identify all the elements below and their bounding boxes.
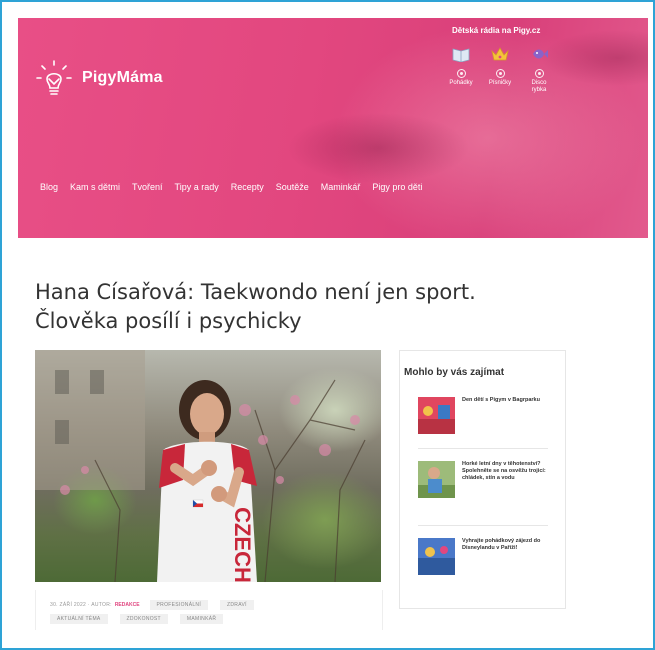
related-title: Horké letní dny v těhotenství? Spolehnět…: [462, 461, 546, 481]
related-thumbnail: [418, 397, 455, 434]
radio-item-pohadky[interactable]: Pohádky: [441, 46, 481, 87]
shirt-text: CZECH: [230, 507, 255, 582]
nav-item-kam-s-detmi[interactable]: Kam s dětmi: [70, 182, 120, 192]
tag[interactable]: ZDOKONOST: [119, 614, 168, 624]
article-photo[interactable]: CZECH: [35, 350, 381, 582]
tag[interactable]: MAMINKÁŘ: [179, 614, 224, 624]
related-title: Den dětí s Pigym v Bagrparku: [462, 397, 540, 403]
main-nav: Blog Kam s dětmi Tvoření Tipy a rady Rec…: [40, 182, 434, 192]
site-header: PigyMáma Dětská rádia na Pigy.cz Pohádky…: [18, 18, 648, 238]
article-meta: 30. ZÁŘÍ 2022 · AUTOR: REDAKCE PROFESION…: [35, 590, 383, 630]
nav-item-blog[interactable]: Blog: [40, 182, 58, 192]
lightbulb-icon: [36, 60, 72, 95]
article-title: Hana Císařová: Taekwondo není jen sport.…: [35, 280, 476, 333]
sidebar-title: Mohlo by vás zajímat: [404, 367, 505, 378]
nav-item-tvoreni[interactable]: Tvoření: [132, 182, 163, 192]
tag[interactable]: AKTUÁLNÍ TÉMA: [50, 614, 108, 624]
radio-item-pisnicky[interactable]: Písničky: [480, 46, 520, 87]
divider: [418, 448, 548, 449]
crown-icon: [480, 46, 520, 66]
related-thumbnail: [418, 461, 455, 498]
nav-item-recepty[interactable]: Recepty: [231, 182, 264, 192]
divider: [418, 525, 548, 526]
nav-item-maminkar[interactable]: Maminkář: [321, 182, 361, 192]
radio-label: Disco rybka: [531, 80, 547, 93]
nav-item-tipy-a-rady[interactable]: Tipy a rady: [175, 182, 219, 192]
nav-item-pigy-pro-deti[interactable]: Pigy pro děti: [372, 182, 422, 192]
radio-label: Pohádky: [449, 80, 473, 86]
article-author[interactable]: REDAKCE: [115, 602, 140, 608]
tag[interactable]: PROFESIONÁLNÍ: [149, 600, 209, 610]
related-title: Vyhrajte pohádkový zájezd do Disneylandu…: [462, 538, 541, 551]
radio-label: Písničky: [488, 80, 512, 86]
brand-logo[interactable]: PigyMáma: [34, 58, 163, 98]
nav-item-souteze[interactable]: Soutěže: [276, 182, 309, 192]
book-icon: [441, 46, 481, 66]
radio-item-disco[interactable]: Disco rybka: [519, 46, 559, 94]
related-thumbnail: [418, 538, 455, 575]
tag[interactable]: ZDRAVÍ: [220, 600, 254, 610]
article-date: 30. ZÁŘÍ 2022 · AUTOR:: [50, 602, 112, 608]
fish-icon: [519, 46, 559, 66]
radio-title: Dětská rádia na Pigy.cz: [452, 26, 541, 35]
brand-name: PigyMáma: [82, 69, 163, 86]
related-sidebar: Mohlo by vás zajímat Den dětí s Pigym v …: [399, 350, 566, 609]
